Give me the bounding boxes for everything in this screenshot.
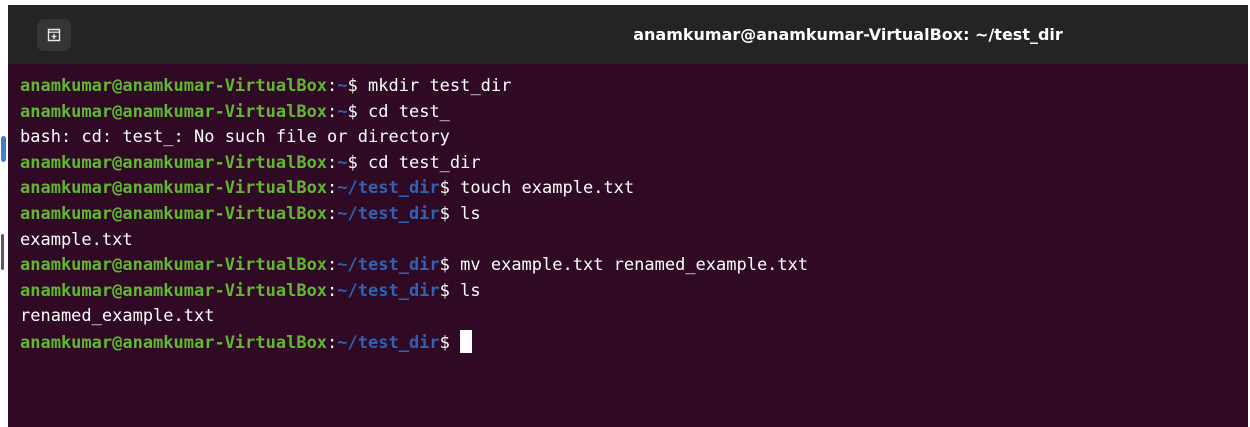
prompt-user-host: anamkumar@anamkumar-VirtualBox: [20, 255, 328, 276]
prompt-sigil: $: [439, 280, 461, 301]
prompt-sigil: $: [347, 101, 369, 122]
output-text: bash: cd: test_: No such file or directo…: [20, 127, 450, 148]
command-text: cd test_dir: [368, 152, 481, 173]
prompt-user-host: anamkumar@anamkumar-VirtualBox: [20, 152, 328, 173]
prompt-user-host: anamkumar@anamkumar-VirtualBox: [20, 76, 328, 96]
prompt-path: ~/test_dir: [337, 280, 440, 301]
prompt-user-host: anamkumar@anamkumar-VirtualBox: [20, 280, 328, 301]
prompt-sigil: $: [439, 178, 461, 199]
prompt-user-host: anamkumar@anamkumar-VirtualBox: [20, 178, 328, 199]
command-text: mv example.txt renamed_example.txt: [460, 255, 809, 276]
prompt-path: ~/test_dir: [337, 203, 440, 224]
prompt-separator: :: [327, 101, 338, 122]
prompt-line: anamkumar@anamkumar-VirtualBox:~$ cd tes…: [20, 100, 1242, 126]
command-text: ls: [460, 203, 481, 224]
prompt-path: ~/test_dir: [337, 255, 440, 276]
prompt-sigil: $: [439, 332, 461, 353]
prompt-user-host: anamkumar@anamkumar-VirtualBox: [20, 203, 328, 224]
prompt-user-host: anamkumar@anamkumar-VirtualBox: [20, 332, 328, 353]
prompt-path: ~/test_dir: [337, 332, 440, 353]
output-text: example.txt: [20, 229, 133, 250]
prompt-line: anamkumar@anamkumar-VirtualBox:~$ mkdir …: [20, 74, 1242, 100]
new-tab-button[interactable]: [37, 19, 71, 51]
command-text: touch example.txt: [460, 178, 635, 199]
prompt-path: ~: [337, 101, 348, 122]
text-cursor[interactable]: [460, 329, 473, 353]
new-tab-icon: [47, 28, 61, 42]
prompt-sigil: $: [347, 152, 369, 173]
prompt-sigil: $: [439, 255, 461, 276]
output-line: example.txt: [20, 228, 1242, 254]
prompt-separator: :: [327, 332, 338, 353]
prompt-line: anamkumar@anamkumar-VirtualBox:~/test_di…: [20, 279, 1242, 305]
edge-marker: [1, 136, 6, 162]
prompt-line: anamkumar@anamkumar-VirtualBox:~/test_di…: [20, 176, 1242, 202]
edge-marker: [1, 234, 4, 270]
prompt-sigil: $: [439, 203, 461, 224]
prompt-separator: :: [327, 203, 338, 224]
prompt-line: anamkumar@anamkumar-VirtualBox:~/test_di…: [20, 202, 1242, 228]
prompt-path: ~: [337, 76, 348, 96]
title-bar: anamkumar@anamkumar-VirtualBox: ~/test_d…: [8, 5, 1248, 64]
prompt-separator: :: [327, 280, 338, 301]
prompt-separator: :: [327, 76, 338, 96]
window-title: anamkumar@anamkumar-VirtualBox: ~/test_d…: [633, 25, 1063, 44]
left-edge-strip: [0, 0, 8, 427]
prompt-separator: :: [327, 255, 338, 276]
command-text: cd test_: [368, 101, 450, 122]
prompt-line: anamkumar@anamkumar-VirtualBox:~$ cd tes…: [20, 151, 1242, 177]
command-text: ls: [460, 280, 481, 301]
output-text: renamed_example.txt: [20, 306, 215, 327]
terminal-window: anamkumar@anamkumar-VirtualBox: ~/test_d…: [8, 5, 1248, 427]
prompt-line: anamkumar@anamkumar-VirtualBox:~/test_di…: [20, 329, 1242, 356]
prompt-separator: :: [327, 152, 338, 173]
command-text: mkdir test_dir: [368, 76, 512, 96]
prompt-user-host: anamkumar@anamkumar-VirtualBox: [20, 101, 328, 122]
prompt-path: ~: [337, 152, 348, 173]
prompt-path: ~/test_dir: [337, 178, 440, 199]
output-line: renamed_example.txt: [20, 304, 1242, 330]
prompt-line: anamkumar@anamkumar-VirtualBox:~/test_di…: [20, 253, 1242, 279]
terminal-output[interactable]: anamkumar@anamkumar-VirtualBox:~$ mkdir …: [20, 74, 1242, 356]
prompt-separator: :: [327, 178, 338, 199]
output-line: bash: cd: test_: No such file or directo…: [20, 125, 1242, 151]
prompt-sigil: $: [347, 76, 369, 96]
